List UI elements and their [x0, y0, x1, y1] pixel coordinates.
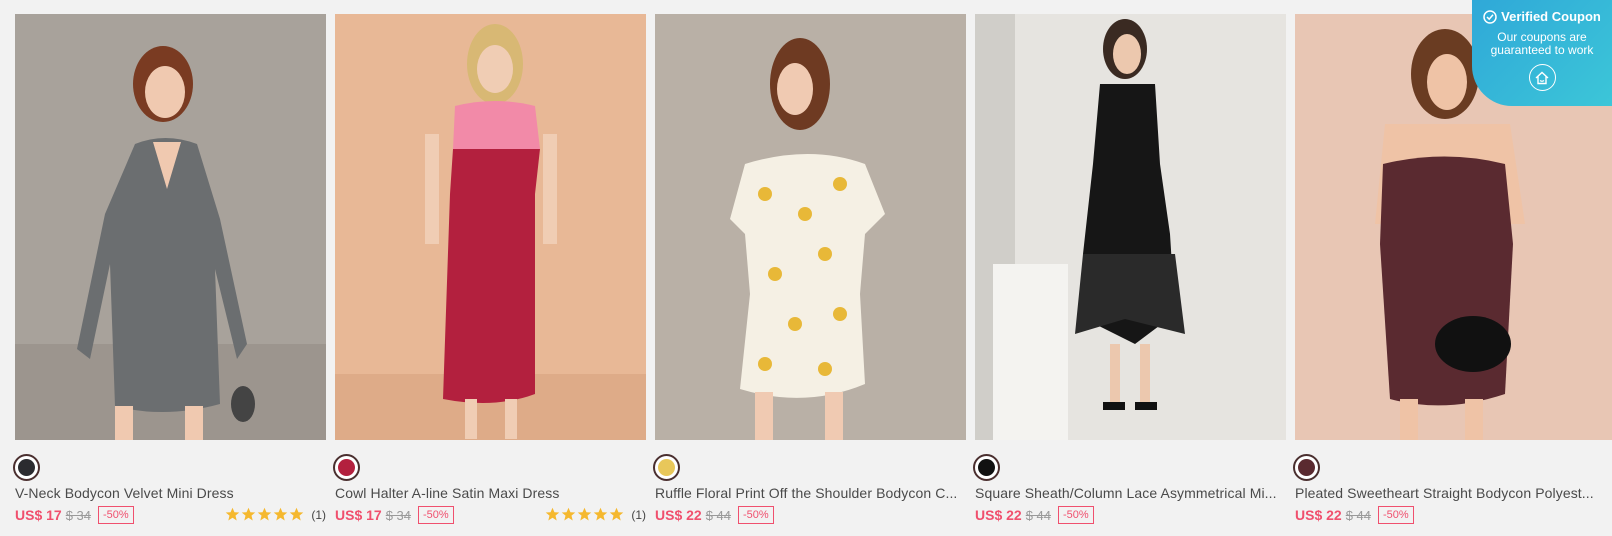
discount-badge: -50%: [418, 506, 454, 524]
star-icon: [290, 507, 304, 521]
color-swatch[interactable]: [973, 454, 1000, 481]
sale-price: US$ 22: [975, 507, 1022, 523]
price-row: US$ 22 $ 44 -50%: [975, 504, 1286, 526]
check-circle-icon: [1483, 9, 1497, 24]
discount-badge: -50%: [98, 506, 134, 524]
product-image[interactable]: [335, 14, 646, 440]
home-icon[interactable]: [1528, 64, 1556, 91]
star-icon: [226, 507, 240, 521]
star-icon: [258, 507, 272, 521]
coupon-subtitle-2: guaranteed to work: [1490, 43, 1594, 57]
star-icon: [594, 507, 608, 521]
original-price: $ 44: [705, 507, 732, 523]
star-icon: [610, 507, 624, 521]
original-price: $ 44: [1345, 507, 1372, 523]
product-card[interactable]: Square Sheath/Column Lace Asymmetrical M…: [973, 14, 1286, 526]
product-card[interactable]: V-Neck Bodycon Velvet Mini Dress US$ 17 …: [13, 14, 326, 526]
product-card[interactable]: Ruffle Floral Print Off the Shoulder Bod…: [653, 14, 966, 526]
rating[interactable]: (1): [545, 507, 646, 522]
color-swatch[interactable]: [1293, 454, 1320, 481]
coupon-title: Verified Coupon: [1472, 9, 1612, 24]
sale-price: US$ 22: [655, 507, 702, 523]
product-card[interactable]: Cowl Halter A-line Satin Maxi Dress US$ …: [333, 14, 646, 526]
discount-badge: -50%: [1378, 506, 1414, 524]
color-swatch[interactable]: [333, 454, 360, 481]
verified-coupon-badge[interactable]: Verified Coupon Our coupons are guarante…: [1472, 0, 1612, 106]
price-row: US$ 22 $ 44 -50%: [1295, 504, 1612, 526]
review-count: (1): [631, 507, 646, 522]
star-icon: [546, 507, 560, 521]
product-grid: V-Neck Bodycon Velvet Mini Dress US$ 17 …: [13, 14, 1612, 526]
sale-price: US$ 22: [1295, 507, 1342, 523]
rating[interactable]: (1): [225, 507, 326, 522]
price-row: US$ 17 $ 34 -50% (1): [15, 504, 326, 526]
review-count: (1): [311, 507, 326, 522]
color-swatch[interactable]: [13, 454, 40, 481]
sale-price: US$ 17: [15, 507, 62, 523]
star-icon: [274, 507, 288, 521]
original-price: $ 34: [65, 507, 92, 523]
star-icon: [562, 507, 576, 521]
star-icon: [242, 507, 256, 521]
product-image[interactable]: [655, 14, 966, 440]
product-image[interactable]: [975, 14, 1286, 440]
color-swatch[interactable]: [653, 454, 680, 481]
product-image[interactable]: [15, 14, 326, 440]
original-price: $ 34: [385, 507, 412, 523]
coupon-subtitle-1: Our coupons are: [1497, 30, 1587, 44]
star-icon: [578, 507, 592, 521]
price-row: US$ 22 $ 44 -50%: [655, 504, 966, 526]
price-row: US$ 17 $ 34 -50% (1): [335, 504, 646, 526]
discount-badge: -50%: [1058, 506, 1094, 524]
discount-badge: -50%: [738, 506, 774, 524]
original-price: $ 44: [1025, 507, 1052, 523]
sale-price: US$ 17: [335, 507, 382, 523]
